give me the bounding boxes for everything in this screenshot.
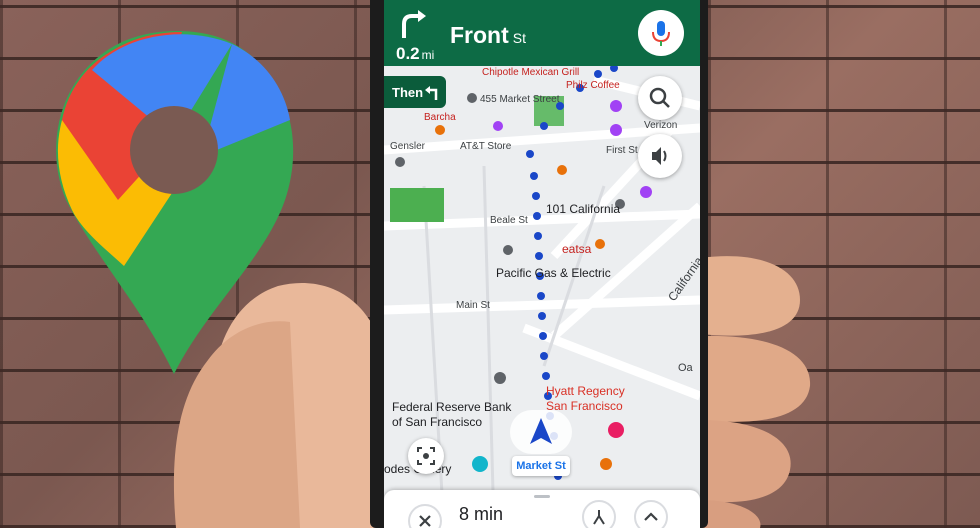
- map-label-101-california: 101 California: [546, 202, 621, 216]
- exit-navigation-button[interactable]: [408, 504, 442, 528]
- current-location-puck: [510, 410, 572, 454]
- distance-readout: 0.2 mi: [396, 44, 434, 64]
- turn-right-arrow-icon: [402, 10, 426, 38]
- close-icon: [419, 515, 431, 527]
- map-label-federal-reserve: Federal Reserve Bank of San Francisco: [392, 400, 512, 429]
- navigation-arrow-icon: [530, 418, 552, 444]
- map-label-barcha: Barcha: [424, 112, 456, 123]
- fork-route-icon: [593, 510, 605, 525]
- map-label-main-st: Main St: [456, 300, 490, 311]
- alternate-routes-button[interactable]: [582, 500, 616, 528]
- map-label-att: AT&T Store: [460, 141, 512, 152]
- distance-value: 0.2: [396, 44, 420, 63]
- map-label-455-market: 455 Market Street: [480, 94, 560, 105]
- drag-handle[interactable]: [534, 495, 550, 498]
- search-icon: [649, 87, 670, 108]
- recenter-button[interactable]: [408, 438, 444, 474]
- turn-left-arrow-icon: [425, 86, 438, 100]
- then-label: Then: [392, 85, 424, 100]
- next-street: Front St: [450, 22, 526, 49]
- expand-panel-button[interactable]: [634, 500, 668, 528]
- phone-screen: Chipotle Mexican Grill 455 Market Street…: [384, 0, 700, 528]
- map-label-philz: Philz Coffee: [566, 80, 620, 91]
- street-suffix: St: [512, 30, 526, 46]
- volume-icon: [652, 147, 667, 165]
- map-label-eatsa: eatsa: [562, 242, 592, 256]
- eta-time: 8 min: [459, 504, 504, 524]
- map-label-first-st: First St: [606, 145, 638, 156]
- search-along-route-button[interactable]: [638, 76, 682, 120]
- map-label-oa: Oa: [678, 362, 693, 374]
- map-label-gensler: Gensler: [390, 141, 426, 152]
- map-label-beale-st: Beale St: [490, 215, 528, 226]
- trip-summary-panel[interactable]: 8 min: [384, 490, 700, 528]
- map-label-pge: Pacific Gas & Electric: [496, 266, 611, 280]
- map-label-verizon: Verizon: [644, 120, 678, 131]
- map-label-chipotle: Chipotle Mexican Grill: [482, 67, 580, 78]
- distance-unit: mi: [421, 48, 435, 62]
- voice-search-button[interactable]: [638, 10, 684, 56]
- microphone-icon: [652, 21, 670, 46]
- street-name: Front: [450, 22, 509, 48]
- chevron-up-icon: [644, 512, 658, 521]
- current-street-label: Market St: [512, 456, 570, 476]
- then-turn-chip: Then: [384, 76, 446, 108]
- navigation-banner[interactable]: 0.2 mi Front St: [384, 0, 700, 66]
- sound-settings-button[interactable]: [638, 134, 682, 178]
- recenter-icon: [417, 447, 435, 465]
